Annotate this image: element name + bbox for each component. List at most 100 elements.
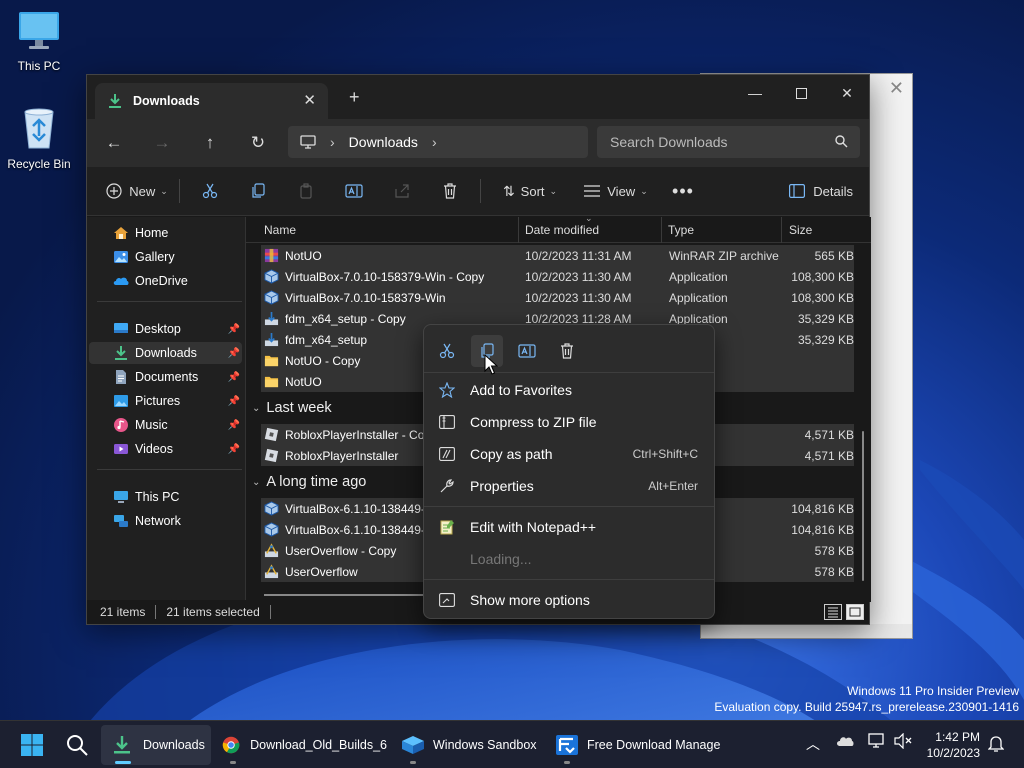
details-button[interactable]: Details bbox=[789, 175, 853, 207]
pin-icon[interactable]: 📌 bbox=[228, 396, 240, 407]
menu-item-compress-zip[interactable]: Compress to ZIP file bbox=[428, 407, 710, 437]
new-tab-button[interactable]: + bbox=[349, 87, 360, 108]
close-tab-icon[interactable]: ✕ bbox=[303, 91, 316, 109]
delete-action[interactable] bbox=[551, 335, 583, 367]
sidebar-item-downloads[interactable]: Downloads 📌 bbox=[89, 342, 242, 364]
tab-downloads[interactable]: Downloads ✕ bbox=[95, 83, 328, 119]
sidebar-item-music[interactable]: Music 📌 bbox=[89, 414, 242, 436]
more-options-button[interactable]: ••• bbox=[659, 175, 707, 207]
sidebar-item-label: Pictures bbox=[135, 394, 181, 408]
taskbar-app-windows-sandbox[interactable]: Windows Sandbox bbox=[391, 725, 546, 765]
refresh-button[interactable]: ↻ bbox=[243, 129, 273, 157]
up-button[interactable]: ↑ bbox=[195, 129, 225, 157]
pin-icon[interactable]: 📌 bbox=[228, 348, 240, 359]
network-tray-icon[interactable] bbox=[868, 733, 886, 752]
horizontal-scrollbar[interactable] bbox=[264, 594, 424, 596]
taskbar-app-chrome[interactable]: Download_Old_Builds_6 bbox=[212, 725, 387, 765]
plus-circle-icon bbox=[106, 183, 122, 199]
chevron-down-icon: ⌄ bbox=[549, 185, 558, 196]
copy-button[interactable] bbox=[234, 175, 282, 207]
delete-icon bbox=[561, 343, 573, 359]
column-divider[interactable] bbox=[781, 217, 782, 243]
view-button[interactable]: View ⌄ bbox=[573, 175, 659, 207]
pin-icon[interactable]: 📌 bbox=[228, 420, 240, 431]
details-label: Details bbox=[813, 183, 853, 199]
rename-action[interactable] bbox=[511, 335, 543, 367]
clock[interactable]: 1:42 PM 10/2/2023 bbox=[927, 729, 980, 761]
start-button[interactable] bbox=[20, 729, 44, 761]
chevron-down-icon: ⌄ bbox=[640, 185, 648, 196]
column-header-name[interactable]: Name bbox=[264, 223, 296, 237]
back-button[interactable]: ← bbox=[99, 129, 129, 157]
address-bar[interactable]: › Downloads › bbox=[288, 126, 588, 158]
notepadpp-icon bbox=[438, 518, 456, 536]
group-header-last-week[interactable]: ⌄ Last week bbox=[252, 397, 332, 419]
share-button[interactable] bbox=[378, 175, 426, 207]
tiles-view-toggle[interactable] bbox=[846, 604, 864, 620]
vertical-scrollbar[interactable] bbox=[862, 431, 864, 581]
divider bbox=[480, 179, 481, 203]
sidebar-item-network[interactable]: Network bbox=[89, 510, 242, 532]
command-bar: New ⌄ ⇅ Sort ⌄ View ⌄ ••• Details bbox=[87, 167, 869, 216]
maximize-button[interactable] bbox=[778, 79, 824, 107]
chevron-right-icon[interactable]: › bbox=[432, 134, 437, 150]
group-header-long-time-ago[interactable]: ⌄ A long time ago bbox=[252, 471, 366, 493]
context-menu[interactable]: Add to Favorites Compress to ZIP file Co… bbox=[423, 324, 715, 619]
new-button[interactable]: New ⌄ bbox=[101, 175, 173, 207]
menu-item-copy-as-path[interactable]: Copy as path Ctrl+Shift+C bbox=[428, 439, 710, 469]
close-icon[interactable]: ✕ bbox=[889, 78, 904, 99]
sort-button[interactable]: ⇅ Sort ⌄ bbox=[487, 175, 573, 207]
sidebar-item-onedrive[interactable]: OneDrive bbox=[89, 270, 242, 292]
minimize-button[interactable]: — bbox=[732, 79, 778, 107]
sidebar-item-pictures[interactable]: Pictures 📌 bbox=[89, 390, 242, 412]
taskbar-app-explorer[interactable]: Downloads bbox=[101, 725, 211, 765]
search-input[interactable]: Search Downloads bbox=[597, 126, 860, 158]
sidebar-item-desktop[interactable]: Desktop 📌 bbox=[89, 318, 242, 340]
cut-action[interactable] bbox=[431, 335, 463, 367]
sidebar-item-this-pc[interactable]: This PC bbox=[89, 486, 242, 508]
column-header-date[interactable]: Date modified bbox=[525, 223, 599, 237]
volume-tray-icon[interactable] bbox=[894, 732, 912, 752]
copy-icon bbox=[252, 183, 265, 198]
paste-button[interactable] bbox=[282, 175, 330, 207]
rename-icon bbox=[345, 184, 363, 198]
rename-button[interactable] bbox=[330, 175, 378, 207]
menu-item-properties[interactable]: Properties Alt+Enter bbox=[428, 471, 710, 501]
pin-icon[interactable]: 📌 bbox=[228, 444, 240, 455]
taskbar-app-fdm[interactable]: Free Download Manage bbox=[545, 725, 725, 765]
maximize-icon bbox=[795, 87, 807, 99]
column-header-type[interactable]: Type bbox=[668, 223, 694, 237]
file-row[interactable]: NotUO 10/2/2023 11:31 AM WinRAR ZIP arch… bbox=[261, 245, 854, 266]
column-divider[interactable] bbox=[518, 217, 519, 243]
show-hidden-icons-button[interactable]: ︿ bbox=[806, 734, 820, 754]
onedrive-tray-icon[interactable] bbox=[836, 733, 854, 752]
delete-button[interactable] bbox=[426, 175, 474, 207]
details-view-toggle[interactable] bbox=[824, 604, 842, 620]
search-button[interactable] bbox=[65, 729, 89, 761]
sidebar-item-gallery[interactable]: Gallery bbox=[89, 246, 242, 268]
desktop-icon-label: Recycle Bin bbox=[7, 157, 71, 171]
column-header-size[interactable]: Size bbox=[789, 223, 812, 237]
cut-button[interactable] bbox=[186, 175, 234, 207]
sidebar-item-documents[interactable]: Documents 📌 bbox=[89, 366, 242, 388]
zip-folder-icon bbox=[438, 413, 456, 431]
sidebar-item-home[interactable]: Home bbox=[89, 222, 242, 244]
monitor-icon bbox=[300, 135, 316, 149]
column-divider[interactable] bbox=[661, 217, 662, 243]
file-row[interactable]: VirtualBox-7.0.10-158379-Win - Copy 10/2… bbox=[261, 266, 854, 287]
menu-item-edit-notepadpp[interactable]: Edit with Notepad++ bbox=[428, 512, 710, 542]
sidebar-item-videos[interactable]: Videos 📌 bbox=[89, 438, 242, 460]
desktop-icon-recycle-bin[interactable]: Recycle Bin bbox=[0, 106, 79, 171]
notifications-button[interactable] bbox=[987, 735, 1005, 756]
menu-item-show-more-options[interactable]: Show more options bbox=[428, 585, 710, 615]
file-row[interactable]: VirtualBox-7.0.10-158379-Win 10/2/2023 1… bbox=[261, 287, 854, 308]
pin-icon[interactable]: 📌 bbox=[228, 372, 240, 383]
file-size: 35,329 KB bbox=[797, 312, 854, 326]
pin-icon[interactable]: 📌 bbox=[228, 324, 240, 335]
desktop-icon-this-pc[interactable]: This PC bbox=[0, 10, 79, 73]
address-segment[interactable]: Downloads bbox=[349, 134, 418, 150]
close-window-button[interactable]: ✕ bbox=[824, 79, 870, 107]
menu-item-add-to-favorites[interactable]: Add to Favorites bbox=[428, 375, 710, 405]
forward-button[interactable]: → bbox=[147, 129, 177, 157]
title-bar[interactable]: Downloads ✕ + — ✕ bbox=[87, 75, 869, 119]
